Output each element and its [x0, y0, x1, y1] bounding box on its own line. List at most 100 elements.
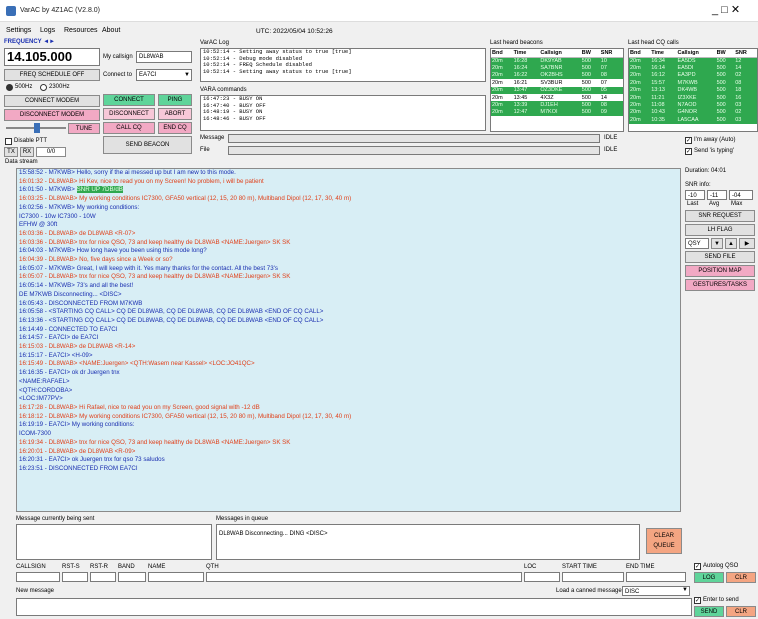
- loc-input[interactable]: [524, 572, 560, 582]
- window-controls[interactable]: _ □ ✕: [712, 3, 740, 16]
- end-time-input[interactable]: [626, 572, 686, 582]
- rst-s-input[interactable]: [62, 572, 88, 582]
- col-band[interactable]: Bnd: [629, 49, 651, 58]
- gestures-tasks-button[interactable]: GESTURES/TASKS: [685, 279, 755, 291]
- qth-input[interactable]: [206, 572, 522, 582]
- end-cq-button[interactable]: END CQ: [158, 122, 192, 134]
- table-cell: 07: [599, 64, 623, 72]
- table-cell: 500: [580, 57, 600, 65]
- stream-text: 16:01:32 - DL8WAB> Hi Kev, nice to read …: [19, 177, 264, 185]
- menu-about[interactable]: About: [102, 27, 120, 34]
- snr-request-button[interactable]: SNR REQUEST: [685, 210, 755, 222]
- file-progress-bar: [228, 146, 600, 155]
- clr-log-button[interactable]: CLR: [726, 572, 756, 583]
- frequency-label: FREQUENCY ◄►: [4, 39, 56, 45]
- radio-2300hz-icon[interactable]: [40, 84, 47, 91]
- volume-slider[interactable]: [6, 123, 66, 133]
- callsign-input[interactable]: [16, 572, 60, 582]
- col-band[interactable]: Bnd: [491, 49, 513, 58]
- table-row[interactable]: 20m 12:47 M7KOI 500 09: [491, 108, 623, 117]
- col-callsign[interactable]: Callsign: [539, 49, 581, 58]
- qsy-select[interactable]: QSY: [685, 238, 709, 249]
- table-row[interactable]: 20m 11:21 IZ3XKE 500 16: [629, 93, 757, 102]
- table-cell: DJ1EH: [539, 101, 581, 109]
- radio-500hz-icon[interactable]: [6, 84, 13, 91]
- disconnect-button[interactable]: DISCONNECT: [103, 108, 155, 120]
- table-row[interactable]: 20m 13:39 DJ1EH 500 08: [491, 101, 623, 109]
- stream-line: ICOM-7300: [17, 430, 680, 439]
- data-stream-area[interactable]: 15:58:52 - M7KWB> Hello, sorry if the ai…: [16, 168, 681, 512]
- new-message-label: New message: [16, 588, 55, 594]
- table-row[interactable]: 20m 16:34 EA5DS 500 12: [629, 57, 757, 65]
- log-button[interactable]: LOG: [694, 572, 724, 583]
- table-cell: 14: [600, 94, 607, 101]
- col-callsign[interactable]: Callsign: [676, 49, 716, 58]
- chevron-down-icon[interactable]: ▼: [682, 587, 688, 593]
- table-row[interactable]: 20m 13:47 OZ3DKE 500 05: [491, 86, 623, 94]
- table-row[interactable]: 20m 16:14 EA5DI 500 14: [629, 64, 757, 72]
- table-cell: 20m: [491, 57, 513, 65]
- canned-message-select[interactable]: DISC: [622, 586, 690, 596]
- send-message-button[interactable]: SEND: [694, 606, 724, 617]
- send-typing-checkbox[interactable]: ✓: [685, 148, 692, 155]
- table-row[interactable]: 20m 13:13 DK4WB 500 18: [629, 86, 757, 94]
- frequency-display[interactable]: 14.105.000: [4, 48, 100, 66]
- start-time-input[interactable]: [562, 572, 624, 582]
- lh-flag-button[interactable]: LH FLAG: [685, 224, 755, 236]
- table-row[interactable]: 20m 10:43 G4NOR 500 02: [629, 108, 757, 117]
- chevron-up-icon[interactable]: ▲: [725, 238, 737, 249]
- table-row[interactable]: 20m 16:24 SA7BNR 500 07: [491, 64, 623, 72]
- table-row[interactable]: 20m 10:35 LA5CAA 500 03: [629, 116, 757, 124]
- utc-clock: UTC: 2022/05/04 10:52:26: [256, 28, 333, 35]
- table-row[interactable]: 20m 16:21 SV3BUR 500 07: [491, 79, 623, 86]
- connect-modem-button[interactable]: CONNECT MODEM: [4, 95, 100, 107]
- disconnect-modem-button[interactable]: DISCONNECT MODEM: [4, 109, 100, 121]
- table-row[interactable]: 20m 16:28 DK9YAB 500 10: [491, 57, 623, 65]
- freq-schedule-button[interactable]: FREQ SCHEDULE OFF: [4, 69, 100, 81]
- call-cq-button[interactable]: CALL CQ: [103, 122, 155, 134]
- col-snr[interactable]: SNR: [734, 49, 757, 58]
- send-beacon-button[interactable]: SEND BEACON: [103, 136, 192, 154]
- connect-button[interactable]: CONNECT: [103, 94, 155, 106]
- stream-line: 15:58:52 - M7KWB> Hello, sorry if the ai…: [17, 169, 680, 178]
- name-input[interactable]: [148, 572, 204, 582]
- varac-log-title: VarAC Log: [200, 40, 229, 46]
- col-bw[interactable]: BW: [580, 49, 600, 58]
- table-row[interactable]: 20m 11:08 N7AOD 500 03: [629, 101, 757, 109]
- table-row[interactable]: 20m 13:45 4X3Z 500 14: [491, 94, 623, 101]
- col-bw[interactable]: BW: [715, 49, 735, 58]
- disable-ptt-checkbox[interactable]: [5, 138, 12, 145]
- new-message-input[interactable]: [16, 598, 692, 616]
- table-row[interactable]: 20m 16:12 EA3PD 500 02: [629, 71, 757, 80]
- table-row[interactable]: 20m 15:57 M7KWB 500 08: [629, 79, 757, 87]
- my-callsign-field[interactable]: DL8WAB: [136, 51, 192, 63]
- table-cell: 500: [715, 93, 735, 102]
- autolog-checkbox[interactable]: ✓: [694, 563, 701, 570]
- clr-message-button[interactable]: CLR: [726, 606, 756, 617]
- rst-r-input[interactable]: [90, 572, 116, 582]
- stream-line: <QTH:CORDOBA>: [17, 387, 680, 396]
- command-line: 16:48:46 - BUSY OFF: [203, 114, 266, 122]
- snr-last-label: Last: [687, 201, 699, 207]
- stream-line: 16:16:35 - EA7CI> ok dr Juergen tnx: [17, 369, 680, 378]
- table-row[interactable]: 20m 16:22 OK2BHS 500 08: [491, 71, 623, 80]
- ping-button[interactable]: PING: [158, 94, 192, 106]
- band-select[interactable]: [118, 572, 146, 582]
- menu-settings[interactable]: Settings: [6, 27, 31, 34]
- enter-to-send-checkbox[interactable]: ✓: [694, 597, 701, 604]
- qsy-go-button[interactable]: ▶: [739, 238, 755, 249]
- im-away-checkbox[interactable]: ✓: [685, 137, 692, 144]
- table-cell: 20m: [491, 101, 513, 109]
- menu-resources[interactable]: Resources: [64, 27, 97, 34]
- col-snr[interactable]: SNR: [599, 49, 623, 58]
- col-time[interactable]: Time: [650, 49, 677, 58]
- abort-button[interactable]: ABORT: [158, 108, 192, 120]
- clear-queue-button[interactable]: CLEAR QUEUE: [646, 528, 682, 554]
- tune-button[interactable]: TUNE: [68, 123, 100, 134]
- col-time[interactable]: Time: [512, 49, 540, 58]
- position-map-button[interactable]: POSITION MAP: [685, 265, 755, 277]
- chevron-down-icon[interactable]: ▼: [711, 238, 723, 249]
- chevron-down-icon[interactable]: ▼: [184, 72, 190, 78]
- send-file-button[interactable]: SEND FILE: [685, 251, 755, 263]
- menu-logs[interactable]: Logs: [40, 27, 55, 34]
